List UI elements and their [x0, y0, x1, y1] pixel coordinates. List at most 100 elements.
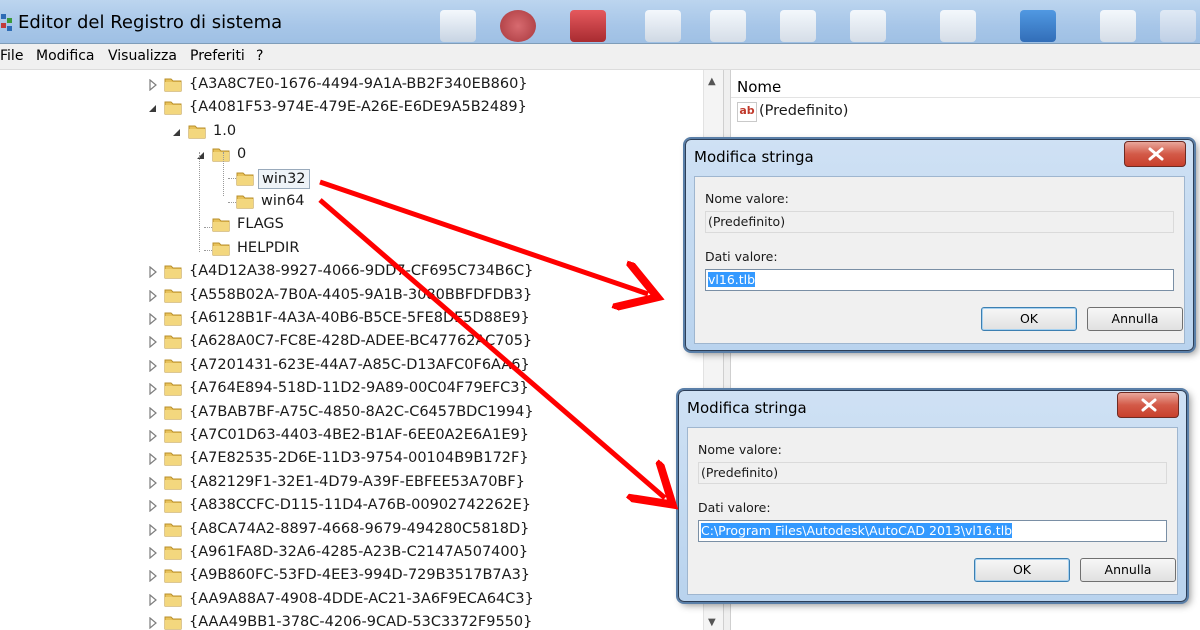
collapse-triangle-icon[interactable] [148, 102, 158, 114]
cancel-button[interactable]: Annulla [1080, 558, 1176, 582]
tree-connector-line [223, 152, 224, 196]
tree-row-label: {AAA49BB1-378C-4206-9CAD-53C3372F9550} [189, 614, 533, 630]
tree-connector-line [228, 202, 236, 203]
expand-triangle-icon[interactable] [148, 79, 158, 91]
expand-triangle-icon[interactable] [148, 570, 158, 583]
edit-string-dialog-win32: Modifica stringa Nome valore: (Predefini… [685, 139, 1194, 351]
title-bar[interactable]: Editor del Registro di sistema [0, 0, 1200, 44]
value-data-input[interactable]: C:\Program Files\Autodesk\AutoCAD 2013\v… [698, 520, 1167, 542]
dialog-title: Modifica stringa [694, 148, 814, 166]
tree-row-label: win64 [261, 193, 305, 209]
tree-row-label: {A82129F1-32E1-4D79-A39F-EBFEE53A70BF} [189, 473, 525, 490]
menu-preferiti[interactable]: Preferiti [190, 48, 245, 64]
expand-triangle-icon[interactable] [148, 313, 158, 325]
folder-icon [164, 99, 182, 115]
taskbar-app-icon [570, 10, 606, 42]
tree-row-label: {A4081F53-974E-479E-A26E-E6DE9A5B2489} [189, 99, 527, 116]
folder-icon [164, 474, 182, 490]
folder-icon [164, 333, 182, 349]
expand-triangle-icon[interactable] [148, 406, 158, 419]
folder-icon [164, 380, 182, 396]
expand-triangle-icon[interactable] [148, 336, 158, 349]
tree-row-label: {A838CCFC-D115-11D4-A76B-00902742262E} [189, 497, 532, 514]
folder-icon [164, 544, 182, 560]
value-name-label: Nome valore: [705, 191, 789, 206]
registry-key-tree[interactable]: {A3A8C7E0-1676-4494-9A1A-BB2F340EB860} {A… [0, 70, 722, 630]
selected-text: vl16.tlb [708, 272, 756, 287]
scroll-up-icon[interactable]: ▲ [708, 76, 716, 87]
registry-editor-screen: Editor del Registro di sistema File Modi… [0, 0, 1200, 630]
menu-bar: File Modifica Visualizza Preferiti ? [0, 44, 1200, 70]
menu-help[interactable]: ? [256, 48, 263, 64]
taskbar-app-icon [1020, 10, 1056, 42]
folder-icon [164, 310, 182, 326]
scroll-down-icon[interactable]: ▼ [708, 617, 716, 628]
ok-button[interactable]: OK [981, 307, 1077, 331]
value-name-label: Nome valore: [698, 442, 782, 457]
edit-string-dialog-win64: Modifica stringa Nome valore: (Predefini… [678, 390, 1187, 602]
folder-icon [164, 404, 182, 420]
taskbar-app-icon [440, 10, 476, 42]
tree-row-label: {A6128B1F-4A3A-40B6-B5CE-5FE8DE5D88E9} [189, 310, 530, 326]
selected-text: C:\Program Files\Autodesk\AutoCAD 2013\v… [701, 523, 1013, 538]
dialog-close-button[interactable] [1117, 392, 1179, 418]
tree-row-label: 1.0 [213, 122, 237, 139]
tree-row-label: {A961FA8D-32A6-4285-A23B-C2147A507400} [189, 544, 529, 560]
expand-triangle-icon[interactable] [148, 383, 158, 396]
expand-triangle-icon[interactable] [148, 359, 158, 372]
ok-button[interactable]: OK [974, 558, 1070, 582]
tree-row-label: {A7C01D63-4403-4BE2-B1AF-6EE0A2E6A1E9} [189, 427, 529, 443]
folder-icon [164, 567, 182, 583]
dialog-body: Nome valore: (Predefinito) Dati valore: … [694, 176, 1185, 344]
folder-icon [164, 263, 182, 279]
close-icon [1141, 398, 1157, 412]
menu-file[interactable]: File [0, 48, 23, 64]
menu-modifica[interactable]: Modifica [36, 48, 95, 64]
tree-row-label: {A4D12A38-9927-4066-9DD7-CF695C734B6C} [189, 263, 534, 280]
collapse-triangle-icon[interactable] [196, 149, 206, 161]
collapse-triangle-icon[interactable] [172, 126, 182, 138]
folder-icon [212, 216, 230, 232]
cancel-button[interactable]: Annulla [1087, 307, 1183, 331]
tree-row-label: FLAGS [237, 216, 284, 233]
tree-connector-line [199, 152, 200, 252]
tree-row-label: HELPDIR [237, 239, 300, 256]
expand-triangle-icon[interactable] [148, 430, 158, 442]
expand-triangle-icon[interactable] [148, 547, 158, 559]
folder-icon [164, 357, 182, 373]
expand-triangle-icon[interactable] [148, 593, 158, 606]
dialog-close-button[interactable] [1124, 141, 1186, 167]
background-taskbar-icons [410, 0, 1200, 44]
taskbar-app-icon [850, 10, 886, 42]
value-data-label: Dati valore: [705, 249, 778, 264]
taskbar-app-icon [500, 10, 536, 42]
folder-icon [164, 287, 182, 303]
folder-icon [164, 427, 182, 443]
folder-icon [164, 497, 182, 513]
window-title: Editor del Registro di sistema [18, 12, 283, 33]
expand-triangle-icon[interactable] [148, 453, 158, 466]
folder-icon [212, 240, 230, 256]
tree-row-label: {A558B02A-7B0A-4405-9A1B-3080BBFDFDB3} [189, 286, 533, 303]
folder-icon [164, 76, 182, 92]
string-value-icon: ab [737, 102, 757, 122]
expand-triangle-icon[interactable] [148, 523, 158, 536]
expand-triangle-icon[interactable] [148, 617, 158, 630]
folder-icon [164, 450, 182, 466]
tree-row-label: {A7E82535-2D6E-11D3-9754-00104B9B172F} [189, 450, 529, 467]
taskbar-app-icon [710, 10, 746, 42]
folder-icon [164, 614, 182, 630]
expand-triangle-icon[interactable] [148, 500, 158, 513]
close-icon [1148, 147, 1164, 161]
expand-triangle-icon[interactable] [148, 289, 158, 302]
taskbar-app-icon [1100, 10, 1136, 42]
folder-icon [236, 170, 254, 186]
value-name-field: (Predefinito) [698, 462, 1167, 484]
menu-visualizza[interactable]: Visualizza [108, 48, 177, 64]
tree-row-label: {A7BAB7BF-A75C-4850-8A2C-C6457BDC1994} [189, 403, 534, 420]
expand-triangle-icon[interactable] [148, 266, 158, 279]
value-data-input[interactable]: vl16.tlb [705, 269, 1174, 291]
registry-editor-icon [1, 14, 12, 31]
expand-triangle-icon[interactable] [148, 476, 158, 489]
column-header-name[interactable]: Nome [731, 76, 1200, 98]
